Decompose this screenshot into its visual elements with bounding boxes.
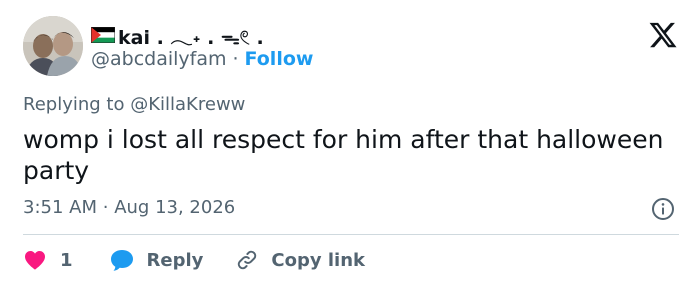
avatar[interactable] (23, 16, 83, 76)
x-logo-icon[interactable] (648, 20, 678, 50)
handle-separator: · (232, 48, 239, 70)
tweet-card: kai . 𓂃˖ . ᯓ𓏲 . @abcdailyfam · Follow Re… (0, 0, 700, 287)
action-bar: 1 Reply Copy link (23, 244, 365, 276)
copy-link-button[interactable]: Copy link (235, 248, 365, 272)
tweet-text: womp i lost all respect for him after th… (23, 125, 664, 185)
tweet-date: Aug 13, 2026 (114, 197, 236, 218)
reply-context: Replying to @KillaKreww (23, 94, 245, 115)
heart-icon (25, 251, 45, 270)
follow-button[interactable]: Follow (245, 48, 314, 70)
speech-bubble-icon (110, 250, 133, 271)
reply-label: Reply (146, 249, 204, 271)
display-name: kai . 𓂃˖ . ᯓ𓏲 . (118, 26, 264, 49)
copy-link-label: Copy link (271, 249, 365, 271)
timestamp-separator: · (102, 197, 109, 218)
palestine-flag-icon (91, 27, 115, 43)
reply-context-prefix: Replying to (23, 94, 125, 115)
display-name-row[interactable]: kai . 𓂃˖ . ᯓ𓏲 . (91, 22, 264, 49)
tweet-time: 3:51 AM (23, 197, 97, 218)
profile-photo-avatar (23, 16, 83, 76)
timestamp[interactable]: 3:51 AM · Aug 13, 2026 (23, 197, 235, 218)
link-icon (238, 250, 257, 270)
like-count: 1 (60, 249, 73, 271)
like-button[interactable]: 1 (23, 248, 73, 272)
user-handle[interactable]: @abcdailyfam (91, 48, 227, 70)
reply-mention-link[interactable]: @KillaKreww (130, 94, 245, 115)
reply-button[interactable]: Reply (109, 248, 204, 272)
divider (23, 234, 679, 235)
handle-row: @abcdailyfam · Follow (91, 48, 313, 70)
info-icon[interactable] (651, 197, 675, 221)
